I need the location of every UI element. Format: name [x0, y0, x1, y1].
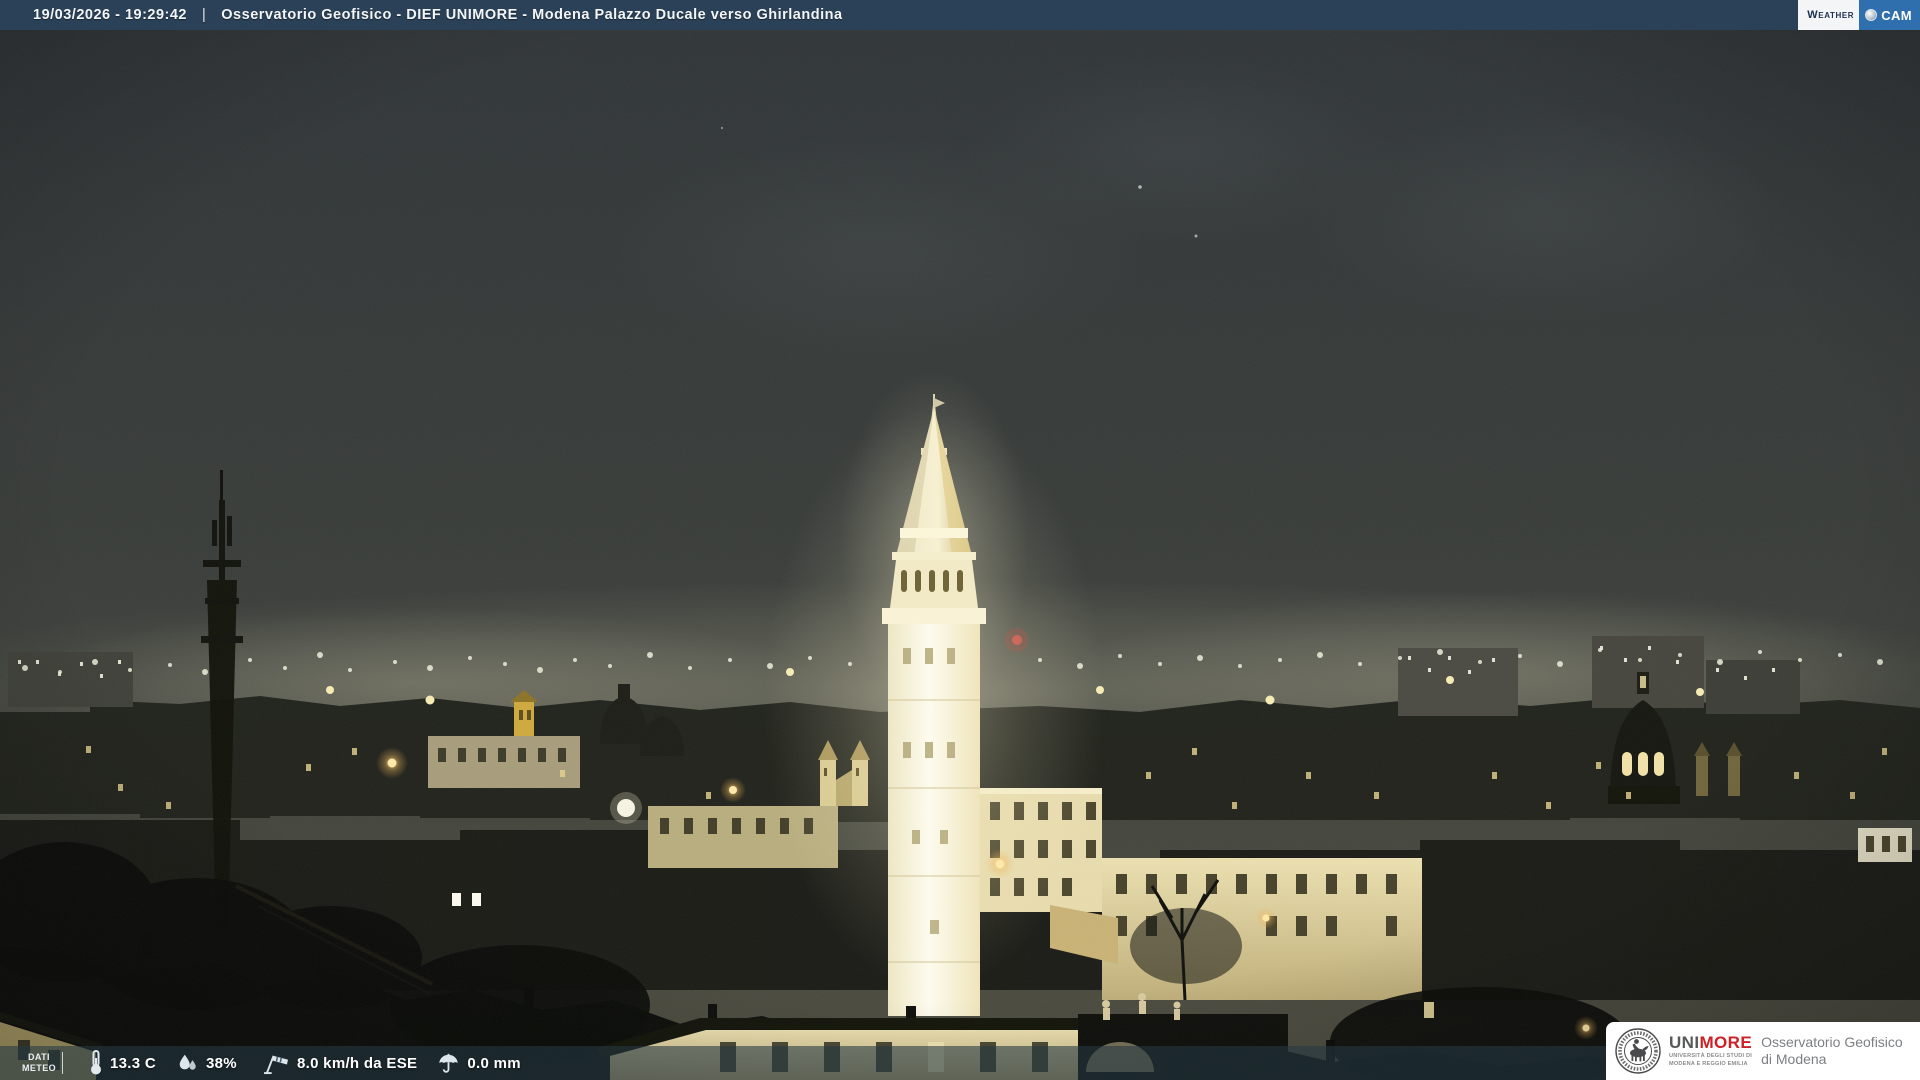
camera-lens-icon [1865, 9, 1878, 21]
observatory-name-line1: Osservatorio Geofisico [1761, 1033, 1903, 1050]
thermometer-icon [91, 1050, 102, 1075]
meteo-divider [62, 1052, 64, 1074]
humidity-reading: 38% [176, 1052, 237, 1074]
webcam-frame: 19/03/2026 - 19:29:42 | Osservatorio Geo… [0, 0, 1920, 1080]
unimore-wordmark: UNIMORE [1669, 1034, 1752, 1051]
unimore-seal-icon [1615, 1028, 1661, 1074]
unimore-more: MORE [1699, 1033, 1753, 1053]
weathercam-word-cam: CAM [1881, 7, 1912, 23]
water-drops-icon [179, 1054, 196, 1070]
meteo-label-line1: DATI [28, 1052, 50, 1063]
cityscape-svg [0, 0, 1920, 1080]
humidity-value: 38% [206, 1054, 237, 1072]
windsock-icon [263, 1054, 288, 1074]
unimore-subtitle: UNIVERSITÀ DEGLI STUDI DI MODENA E REGGI… [1669, 1053, 1752, 1068]
temperature-reading: 13.3 C [89, 1050, 156, 1076]
weathercam-word-weather: Weather [1798, 0, 1860, 30]
page-title: Osservatorio Geofisico - DIEF UNIMORE - … [221, 7, 843, 23]
weathercam-logo: Weather CAM [1798, 0, 1920, 30]
unimore-uni: UNI [1669, 1033, 1700, 1053]
temperature-value: 13.3 C [110, 1054, 157, 1072]
rain-value: 0.0 mm [467, 1054, 521, 1072]
observatory-name-line2: di Modena [1761, 1051, 1827, 1067]
unimore-logo: UNIMORE UNIVERSITÀ DEGLI STUDI DI MODENA… [1606, 1022, 1920, 1080]
unimore-subtitle-line1: UNIVERSITÀ DEGLI STUDI DI [1669, 1053, 1753, 1060]
rain-reading: 0.0 mm [437, 1052, 521, 1074]
umbrella-icon [439, 1053, 459, 1073]
wind-value: 8.0 km/h da ESE [296, 1054, 418, 1072]
wind-reading: 8.0 km/h da ESE [261, 1052, 417, 1075]
timestamp: 19/03/2026 - 19:29:42 [33, 7, 187, 23]
meteo-label: DATI METEO [22, 1052, 56, 1074]
observatory-name: Osservatorio Geofisico di Modena [1761, 1034, 1903, 1068]
title-separator: | [202, 7, 207, 23]
unimore-wordmark-block: UNIMORE UNIVERSITÀ DEGLI STUDI DI MODENA… [1669, 1034, 1752, 1068]
film-grain [0, 0, 1920, 1080]
weathercam-word-cam-wrap: CAM [1859, 0, 1920, 30]
unimore-subtitle-line2: MODENA E REGGIO EMILIA [1669, 1060, 1748, 1067]
meteo-label-line2: METEO [22, 1063, 57, 1073]
title-bar: 19/03/2026 - 19:29:42 | Osservatorio Geo… [0, 0, 1920, 30]
